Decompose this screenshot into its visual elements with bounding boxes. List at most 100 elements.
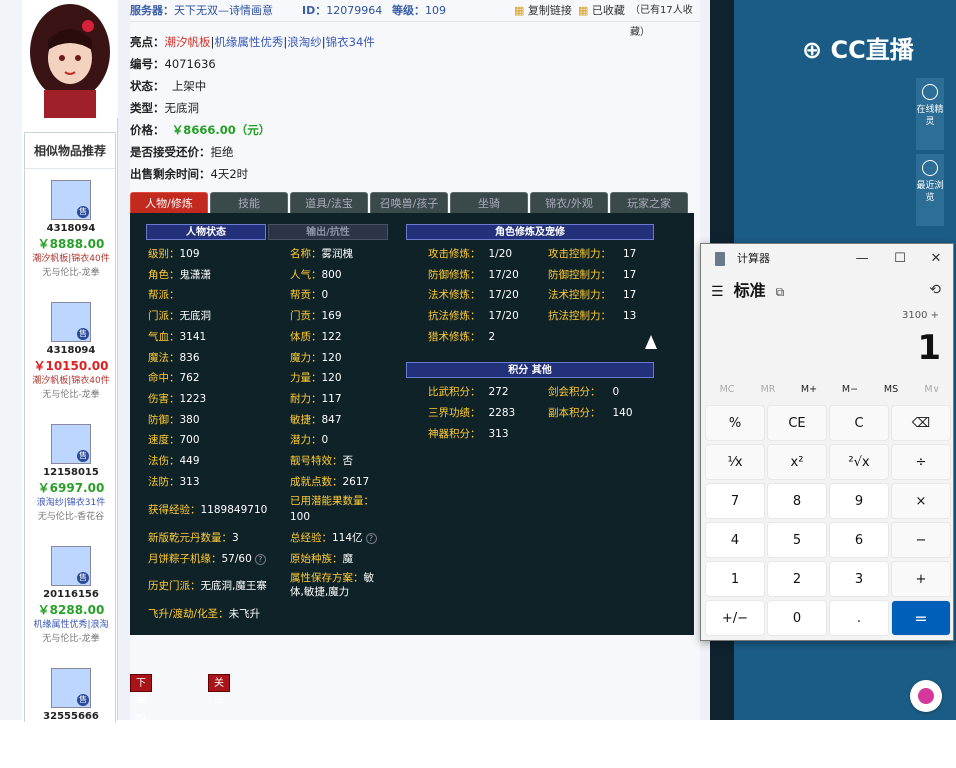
keep-on-top-icon[interactable]: ⧉ <box>776 285 785 299</box>
maximize-icon[interactable]: ☐ <box>885 244 915 274</box>
stat-key: 属性保存方案： <box>290 572 364 584</box>
stat-row: 门贡：169 <box>290 307 342 325</box>
stat-key: 名称： <box>290 248 322 260</box>
stat-value: 17/20 <box>488 310 519 323</box>
calc-key[interactable]: 2 <box>767 561 827 597</box>
stat-value: 2617 <box>342 475 370 488</box>
stat-value: 272 <box>488 386 509 398</box>
calc-key[interactable]: 0 <box>767 600 827 636</box>
calc-key[interactable]: 6 <box>829 522 889 558</box>
tab-outfits[interactable]: 锦衣/外观 <box>530 192 608 214</box>
brain-icon <box>918 688 934 704</box>
remaining-time-label: 出售剩余时间： <box>130 167 211 181</box>
stat-save-plan: 属性保存方案：敏体,敏捷,魔力 <box>290 571 384 605</box>
stat-value: 0 <box>321 289 329 302</box>
calc-key[interactable]: C <box>829 405 889 441</box>
stat-value: 0 <box>612 386 620 398</box>
stat-value: 57/60 <box>221 553 252 565</box>
similar-item[interactable]: 售 4318094 ￥10150.00 潮汐帆板|锦衣40件 无与伦比-龙拳 <box>25 302 117 402</box>
memory-button[interactable]: MS <box>871 384 911 395</box>
calc-key[interactable]: 7 <box>705 483 765 519</box>
hamburger-menu-icon[interactable]: ☰ <box>711 284 724 300</box>
calc-key[interactable]: +/− <box>705 600 765 636</box>
stat-row: 法术修炼： 17/20 <box>428 286 519 304</box>
tab-items[interactable]: 道具/法宝 <box>290 192 368 214</box>
calc-key[interactable]: − <box>891 522 951 558</box>
similar-items-box: 相似物品推荐 售 4318094 ￥8888.00 潮汐帆板|锦衣40件 无与伦比-龙拳… <box>24 132 116 722</box>
similar-item[interactable]: 售 32555666 <box>25 668 117 768</box>
stat-row: 抗法修炼： 17/20 <box>428 307 519 325</box>
calc-key[interactable]: ¹⁄x <box>705 444 765 480</box>
calc-key[interactable]: . <box>829 600 889 636</box>
copy-link-button[interactable]: ▦ 复制链接 <box>514 0 572 22</box>
similar-item-server: 无与伦比-香花谷 <box>37 512 105 522</box>
calc-key[interactable]: ²√x <box>829 444 889 480</box>
stat-key: 力量： <box>290 372 322 385</box>
minimize-icon[interactable]: — <box>847 244 877 274</box>
stat-row: 三界功绩： 2283 <box>428 404 515 422</box>
calc-key[interactable]: × <box>891 483 951 519</box>
calc-key[interactable]: 1 <box>705 561 765 597</box>
similar-item-price: ￥8888.00 <box>37 237 105 251</box>
similar-item[interactable]: 售 4318094 ￥8888.00 潮汐帆板|锦衣40件 无与伦比-龙拳 <box>25 180 117 280</box>
character-avatar-icon[interactable]: 售 <box>51 424 91 464</box>
tab-pets[interactable]: 召唤兽/孩子 <box>370 192 448 214</box>
stat-value: 3141 <box>179 330 207 343</box>
buy-button[interactable]: 下单购买 <box>130 674 152 743</box>
online-assistant-button[interactable]: 在线精灵 <box>916 78 944 150</box>
stat-key: 帮贡： <box>290 289 322 302</box>
stat-value: 380 <box>179 413 200 426</box>
calc-key[interactable]: = <box>891 600 951 636</box>
help-icon[interactable]: ? <box>365 532 377 544</box>
stat-row: 角色：鬼潇潇 <box>148 266 211 284</box>
level-value: 109 <box>425 4 446 17</box>
tab-home[interactable]: 玩家之家 <box>610 192 688 214</box>
similar-item[interactable]: 售 20116156 ￥8288.00 机缘属性优秀|浪淘 无与伦比-龙拳 <box>25 546 117 646</box>
calc-key[interactable]: + <box>891 561 951 597</box>
close-button[interactable]: 关闭 <box>208 674 230 707</box>
calc-key[interactable]: 9 <box>829 483 889 519</box>
favorite-button[interactable]: ▦ 已收藏 <box>578 0 625 22</box>
character-avatar-icon[interactable]: 售 <box>51 546 91 586</box>
stat-row: 体质：122 <box>290 328 342 346</box>
stat-key: 命中： <box>148 372 180 385</box>
tab-mounts[interactable]: 坐骑 <box>450 192 528 214</box>
calc-key[interactable]: 4 <box>705 522 765 558</box>
highlight-tag: 锦衣34件 <box>325 35 375 49</box>
stat-row: 帮派： <box>148 286 180 304</box>
help-icon[interactable]: ? <box>254 553 266 565</box>
calc-key[interactable]: ÷ <box>891 444 951 480</box>
tab-character[interactable]: 人物/修炼 <box>130 192 208 214</box>
history-icon[interactable]: ⟲ <box>929 282 941 298</box>
floating-app-icon[interactable] <box>910 680 942 712</box>
calc-key[interactable]: % <box>705 405 765 441</box>
calc-key[interactable]: ⌫ <box>891 405 951 441</box>
stat-key: 月饼粽子机缘： <box>148 553 222 565</box>
memory-button[interactable]: M+ <box>789 384 829 395</box>
memory-button[interactable]: M− <box>830 384 870 395</box>
memory-button[interactable]: MR <box>748 384 788 395</box>
calc-key[interactable]: 3 <box>829 561 889 597</box>
status-label: 状态： <box>130 79 165 93</box>
calc-key[interactable]: x² <box>767 444 827 480</box>
sell-badge: 售 <box>77 206 89 218</box>
calc-key[interactable]: 5 <box>767 522 827 558</box>
calculator-window: 计算器 — ☐ ✕ ☰ 标准 ⧉ ⟲ 3100 + 1 MC MR M+ M− MS M∨ %… <box>700 243 954 641</box>
character-avatar-icon[interactable]: 售 <box>51 180 91 220</box>
character-avatar-icon[interactable]: 售 <box>51 302 91 342</box>
memory-button[interactable]: M∨ <box>912 384 952 395</box>
recent-browse-button[interactable]: 最近浏览 <box>916 154 944 226</box>
stat-row: 副本积分： 140 <box>548 404 633 422</box>
memory-button[interactable]: MC <box>707 384 747 395</box>
stat-value: 1/20 <box>488 248 513 260</box>
character-avatar-icon[interactable]: 售 <box>51 668 91 708</box>
calc-key[interactable]: CE <box>767 405 827 441</box>
header-output-resistance[interactable]: 输出/抗性 <box>268 224 388 240</box>
tab-skills[interactable]: 技能 <box>210 192 288 214</box>
close-icon[interactable]: ✕ <box>921 244 951 274</box>
stat-key: 魔力： <box>290 351 322 364</box>
calc-key[interactable]: 8 <box>767 483 827 519</box>
similar-item[interactable]: 售 12158015 ￥6997.00 浪淘纱|锦衣31件 无与伦比-香花谷 <box>25 424 117 524</box>
server-value: 天下无双—诗情画意 <box>174 4 273 17</box>
stat-row: 成就点数：2617 <box>290 473 369 491</box>
